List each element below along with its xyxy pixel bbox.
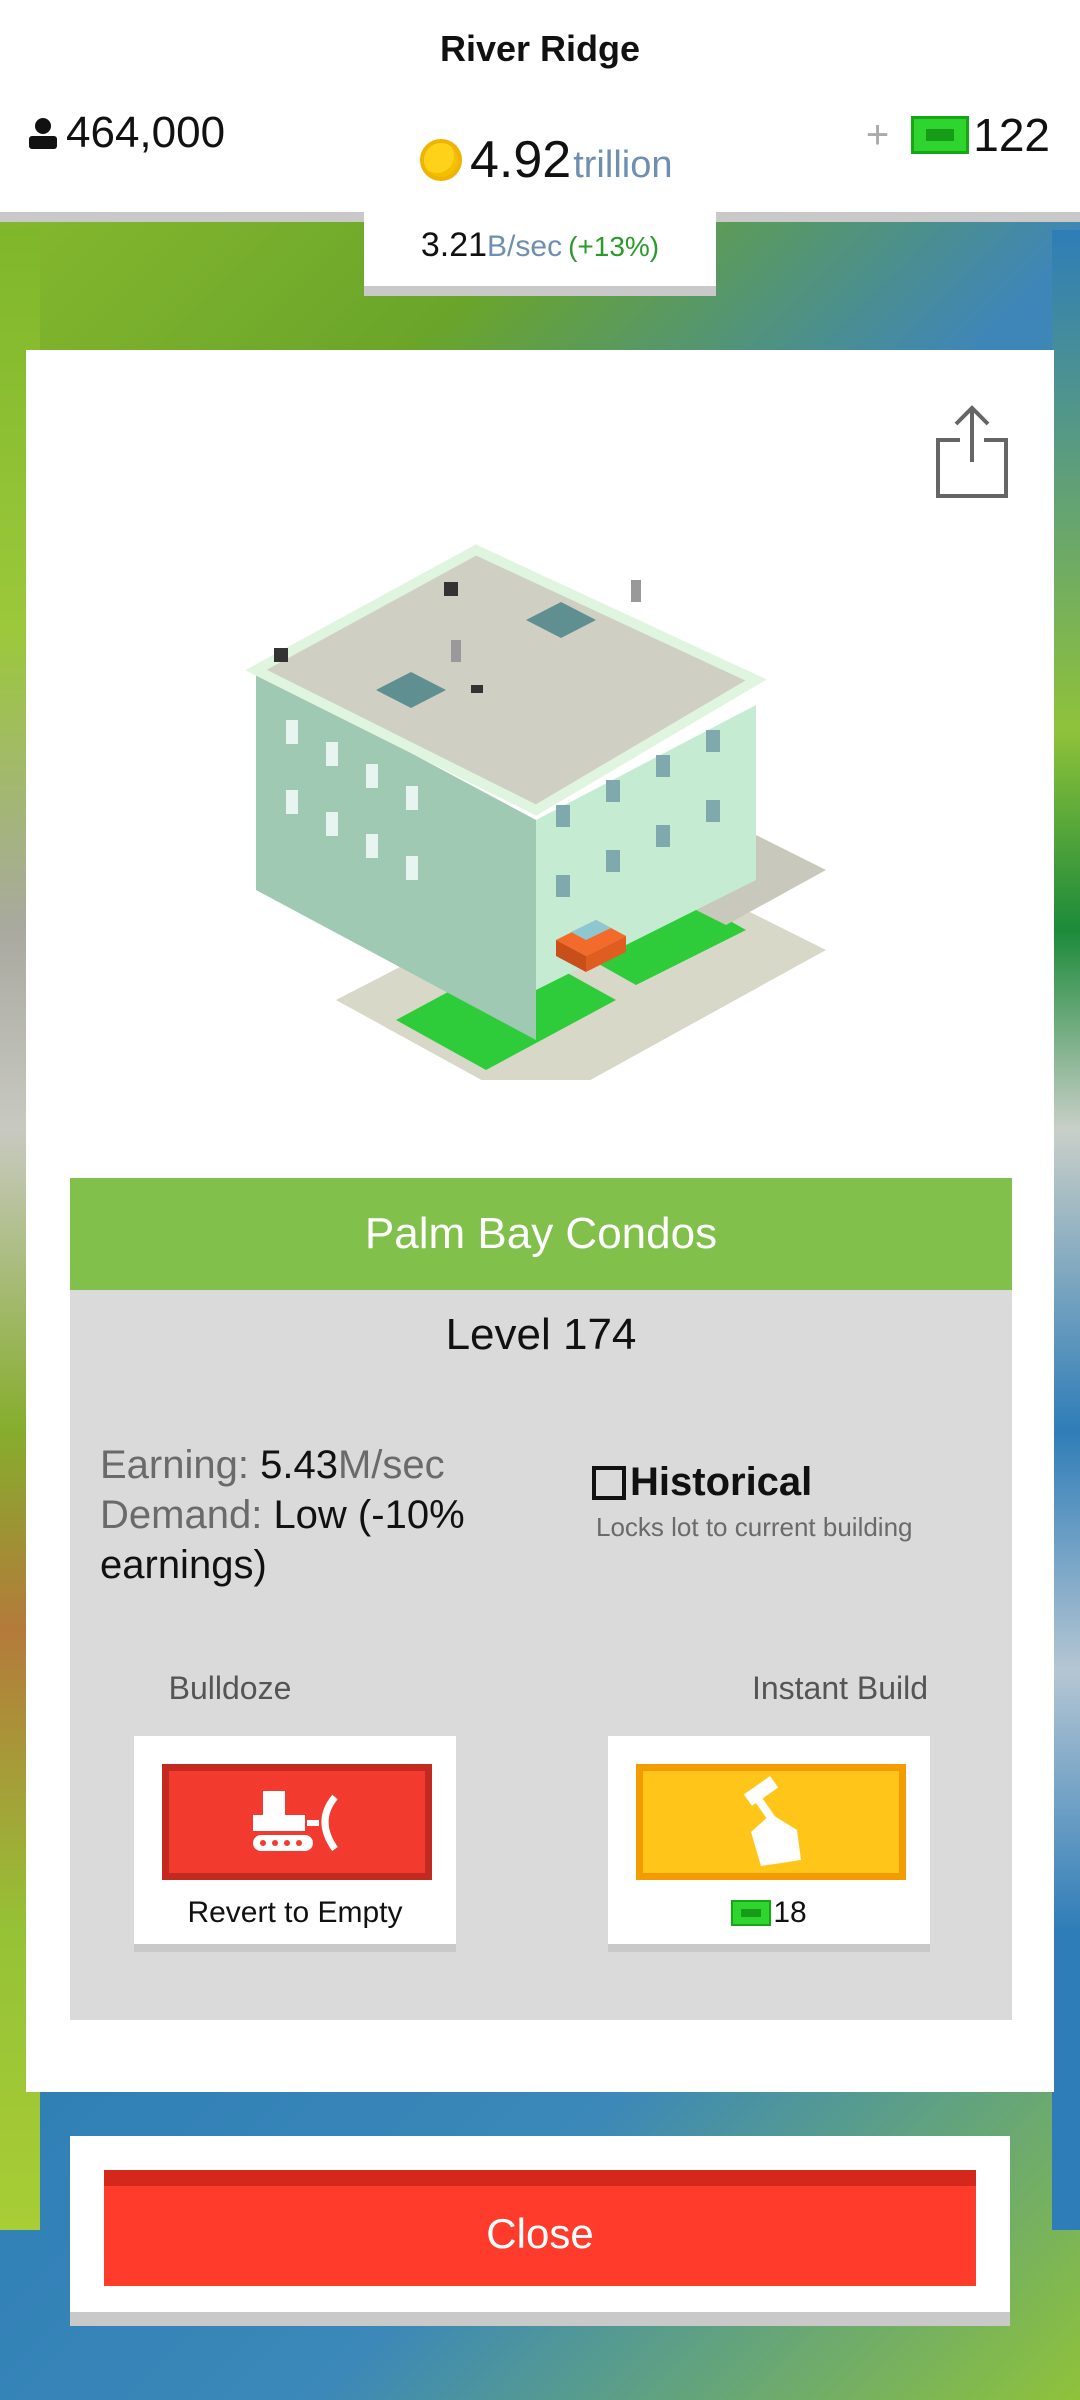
population-value: 464,000 [66,108,226,157]
rate-bonus: (+13%) [568,231,660,262]
historical-label: Historical [630,1460,813,1504]
cash-value: 122 [973,109,1050,161]
person-icon [29,118,57,149]
bulldoze-card[interactable]: Revert to Empty [134,1736,456,1952]
bulldoze-button[interactable] [162,1764,432,1880]
building-level: Level 174 [445,1310,637,1359]
building-stats: Earning: 5.43M/sec Demand: Low (-10% ear… [100,1440,500,1590]
bulldozer-icon [253,1791,338,1852]
income-rate-tab: 3.21B/sec (+13%) [364,212,716,296]
earning-unit: M/sec [337,1443,445,1487]
hammer-hand-icon [743,1776,801,1866]
cash-icon [911,116,970,154]
top-bar: River Ridge 464,000 4.92 trillion + 122 [0,0,1080,222]
map-background-right [1052,230,1080,2230]
coins-counter: 4.92 trillion [420,130,672,190]
building-illustration [245,544,826,1080]
rate-unit: B/sec [487,230,563,263]
cash-counter[interactable]: + 122 [866,108,1050,162]
share-icon[interactable] [934,404,1010,500]
coin-icon [420,139,462,181]
instant-build-card[interactable]: 18 [608,1736,930,1952]
historical-checkbox[interactable] [592,1465,626,1500]
coins-value: 4.92 [470,131,572,189]
building-name: Palm Bay Condos [70,1178,1012,1290]
coins-unit: trillion [573,144,673,186]
demand-label: Demand: [100,1493,263,1537]
bulldoze-label: Bulldoze [168,1670,292,1706]
earning-value: 5.43 [260,1443,338,1487]
population-counter: 464,000 [26,108,225,158]
rate-value: 3.21 [420,226,488,264]
instant-build-cost-value: 18 [773,1896,807,1929]
building-panel: Palm Bay Condos Level 174 Earning: 5.43M… [26,350,1054,2092]
city-name: River Ridge [439,28,641,69]
historical-toggle[interactable]: Historical [592,1460,812,1505]
add-cash-button[interactable]: + [866,113,889,158]
close-button[interactable]: Close [104,2170,976,2286]
cash-icon [731,1900,772,1926]
demand-row: Demand: Low (-10% earnings) [100,1490,500,1590]
historical-description: Locks lot to current building [596,1512,913,1542]
instant-build-cost: 18 [608,1896,930,1930]
instant-build-label: Instant Build [751,1670,929,1706]
close-container: Close [70,2136,1010,2326]
earning-row: Earning: 5.43M/sec [100,1440,500,1490]
instant-build-button[interactable] [636,1764,906,1880]
bulldoze-caption: Revert to Empty [187,1896,403,1929]
earning-label: Earning: [100,1443,249,1487]
building-info: Level 174 Earning: 5.43M/sec Demand: Low… [70,1290,1012,2020]
